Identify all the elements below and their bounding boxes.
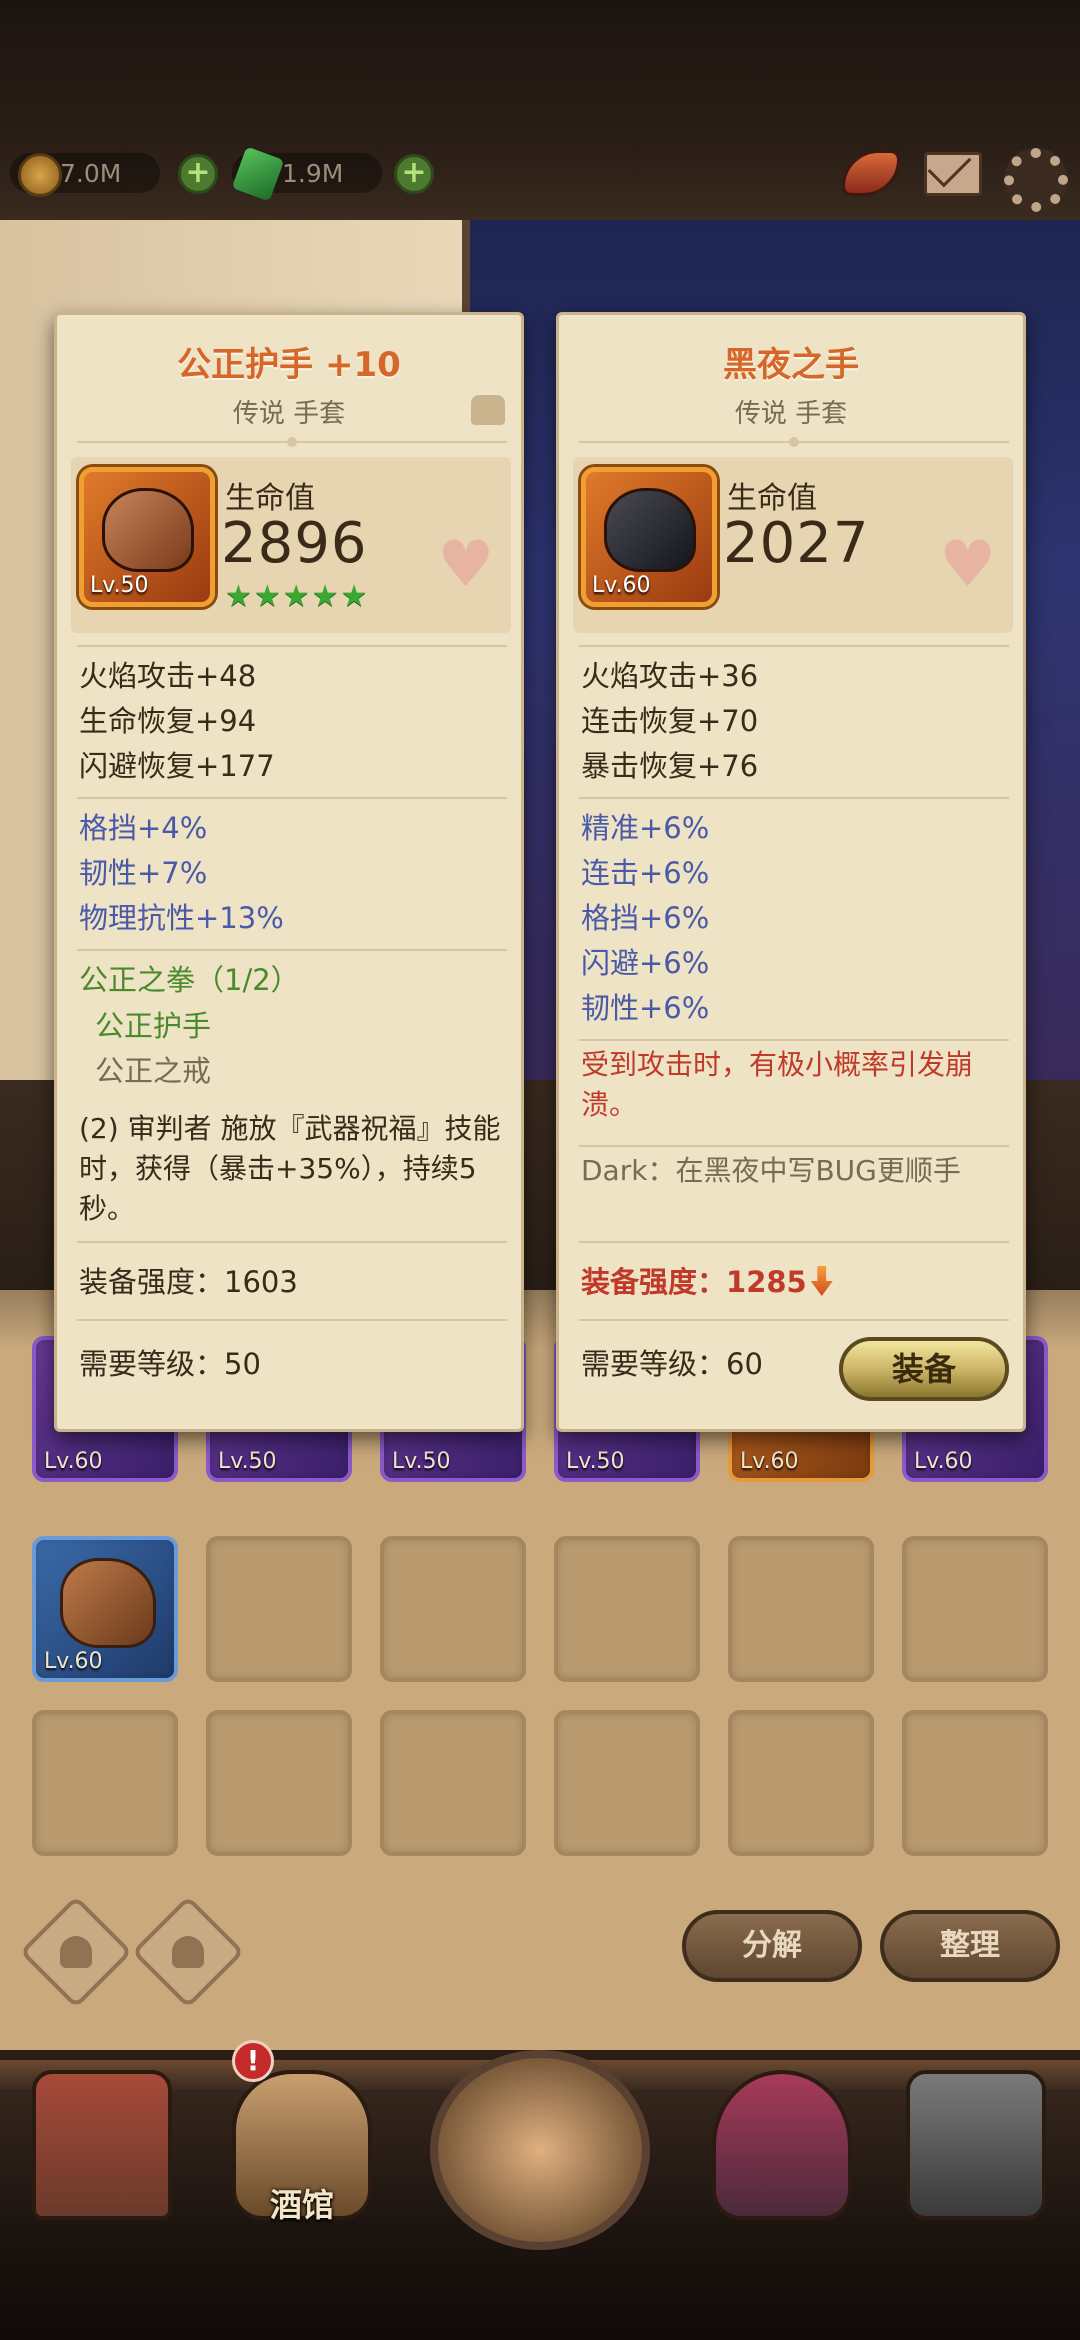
down-arrow-icon bbox=[810, 1266, 833, 1296]
hp-value: 2027 bbox=[723, 511, 870, 576]
gold-coin-icon bbox=[18, 153, 62, 197]
forge-icon bbox=[906, 2070, 1046, 2220]
empty-inventory-slot[interactable] bbox=[902, 1536, 1048, 1682]
empty-inventory-slot[interactable] bbox=[554, 1710, 700, 1856]
nav-heroes[interactable] bbox=[692, 2040, 872, 2240]
nav-home[interactable] bbox=[12, 2040, 192, 2240]
empty-inventory-slot[interactable] bbox=[32, 1710, 178, 1856]
item-subtitle: 传说 手套 bbox=[734, 399, 848, 429]
item-icon-frame: Lv.50 bbox=[79, 467, 215, 607]
empty-inventory-slot[interactable] bbox=[380, 1536, 526, 1682]
item-icon-frame: Lv.60 bbox=[581, 467, 717, 607]
nav-tavern[interactable]: ! 酒馆 bbox=[212, 2040, 392, 2240]
flavor-text: Dark：在黑夜中写BUG更顺手 bbox=[581, 1154, 961, 1187]
sort-button[interactable]: 整理 bbox=[880, 1910, 1060, 1982]
heart-icon: ♥ bbox=[437, 528, 495, 602]
top-bar bbox=[0, 0, 1080, 220]
set-bonus: (2) 审判者 施放『武器祝福』技能时，获得（暴击+35%），持续5秒。 bbox=[79, 1112, 501, 1225]
alert-badge: ! bbox=[232, 2040, 274, 2082]
gem-currency: 1.9M + bbox=[231, 146, 434, 202]
portal-icon bbox=[430, 2050, 650, 2250]
gear-power: 装备强度：1285 bbox=[581, 1259, 833, 1301]
compare-item-card: 黑夜之手 传说 手套 Lv.60 生命值 2027 ♥ 火焰攻击+36 连击恢复… bbox=[556, 312, 1026, 1432]
armor-icon bbox=[60, 1936, 92, 1968]
nav-adventure[interactable] bbox=[420, 2030, 660, 2260]
equip-button[interactable]: 装备 bbox=[839, 1337, 1009, 1401]
star-rating: ★★★★★ bbox=[225, 579, 370, 614]
empty-inventory-slot[interactable] bbox=[380, 1710, 526, 1856]
settings-gear-icon[interactable] bbox=[996, 140, 1068, 212]
gauntlet-icon bbox=[60, 1558, 156, 1648]
item-summary: Lv.60 生命值 2027 ♥ bbox=[573, 457, 1013, 633]
add-gems-button[interactable]: + bbox=[394, 154, 434, 194]
dark-gauntlet-icon bbox=[604, 488, 696, 572]
house-icon bbox=[32, 2070, 172, 2220]
required-level: 需要等级：60 bbox=[581, 1347, 763, 1381]
empty-inventory-slot[interactable] bbox=[728, 1536, 874, 1682]
item-title: 黑夜之手 bbox=[723, 345, 859, 385]
equipped-item-card: 公正护手 +10 传说 手套 Lv.50 生命值 2896 ★★★★★ ♥ 火焰… bbox=[54, 312, 524, 1432]
empty-inventory-slot[interactable] bbox=[902, 1710, 1048, 1856]
helmet-icon bbox=[712, 2070, 852, 2220]
empty-inventory-slot[interactable] bbox=[554, 1536, 700, 1682]
glove-icon bbox=[172, 1936, 204, 1968]
nav-forge[interactable] bbox=[886, 2040, 1066, 2240]
empty-inventory-slot[interactable] bbox=[206, 1536, 352, 1682]
nav-tavern-label: 酒馆 bbox=[269, 2186, 334, 2224]
empty-inventory-slot[interactable] bbox=[728, 1710, 874, 1856]
horn-icon[interactable] bbox=[838, 140, 900, 200]
item-summary: Lv.50 生命值 2896 ★★★★★ ♥ bbox=[71, 457, 511, 633]
item-subtitle: 传说 手套 bbox=[232, 399, 346, 429]
gauntlet-icon bbox=[102, 488, 194, 572]
set-name: 公正之拳（1/2） bbox=[79, 963, 300, 997]
inventory-slot-selected[interactable]: Lv.60 bbox=[32, 1536, 178, 1682]
hp-value: 2896 bbox=[221, 511, 368, 576]
shirt-icon bbox=[471, 395, 505, 425]
heart-icon: ♥ bbox=[939, 528, 997, 602]
special-effect: 受到攻击时，有极小概率引发崩溃。 bbox=[581, 1048, 974, 1121]
gold-currency: 7.0M + bbox=[10, 150, 218, 197]
required-level: 需要等级：50 bbox=[79, 1347, 261, 1381]
disassemble-button[interactable]: 分解 bbox=[682, 1910, 862, 1982]
empty-inventory-slot[interactable] bbox=[206, 1710, 352, 1856]
add-gold-button[interactable]: + bbox=[178, 154, 218, 194]
item-title: 公正护手 +10 bbox=[177, 345, 401, 385]
gear-power: 装备强度：1603 bbox=[79, 1265, 298, 1299]
mail-icon[interactable] bbox=[920, 140, 982, 200]
